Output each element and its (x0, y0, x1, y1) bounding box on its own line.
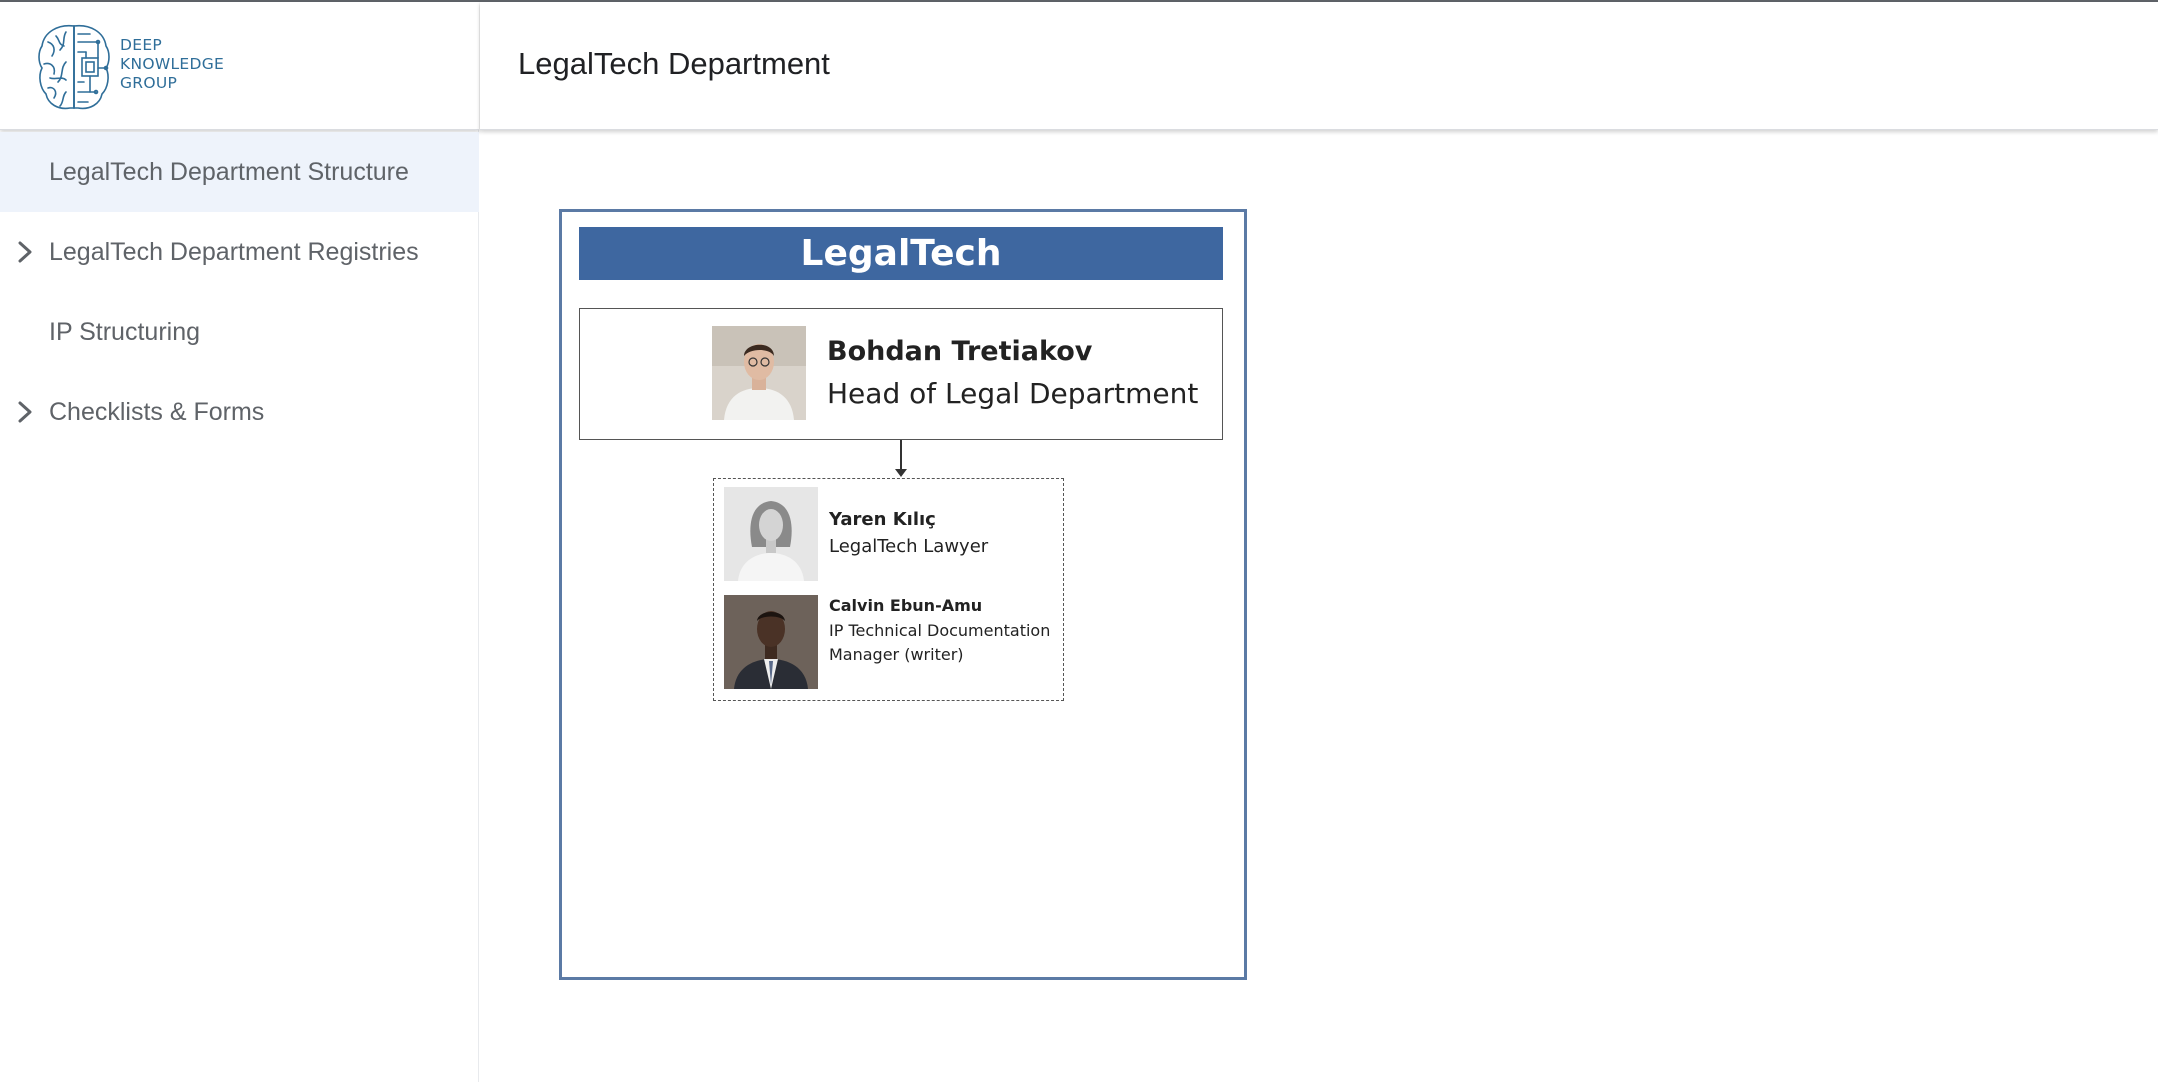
sidebar-item-label: LegalTech Department Structure (49, 157, 409, 186)
org-chart-banner: LegalTech (579, 227, 1223, 280)
department-head-card: Bohdan Tretiakov Head of Legal Departmen… (579, 308, 1223, 440)
page-title: LegalTech Department (518, 46, 830, 81)
org-chart-image: LegalTech Bohdan Tretiakov Head of Legal… (559, 209, 1247, 980)
member-avatar-calvin (724, 595, 818, 689)
logo-line-2: KNOWLEDGE (120, 55, 225, 73)
head-role: Head of Legal Department (827, 377, 1199, 410)
member-role: IP Technical Documentation Manager (writ… (829, 621, 1051, 664)
sidebar-nav: LegalTech Department Structure LegalTech… (0, 132, 479, 452)
sidebar-item-label: IP Structuring (49, 317, 201, 346)
sidebar-item-label: Checklists & Forms (49, 397, 265, 426)
sidebar-item-department-structure[interactable]: LegalTech Department Structure (0, 132, 479, 212)
logo-line-1: DEEP (120, 36, 163, 54)
sidebar-item-ip-structuring[interactable]: IP Structuring (0, 292, 479, 372)
connector-arrow-icon (895, 469, 907, 477)
logo-area: DEEP KNOWLEDGE GROUP (0, 2, 479, 130)
logo-wordmark: DEEP KNOWLEDGE GROUP (120, 36, 224, 93)
team-members-box: Yaren Kılıç LegalTech Lawyer Calvin Ebun… (713, 478, 1064, 701)
sidebar-item-checklists-forms[interactable]: Checklists & Forms (0, 372, 479, 452)
sidebar-item-department-registries[interactable]: LegalTech Department Registries (0, 212, 479, 292)
sidebar-item-label: LegalTech Department Registries (49, 237, 419, 266)
chevron-right-icon[interactable] (14, 238, 36, 266)
head-avatar (712, 326, 806, 420)
member-avatar-yaren (724, 487, 818, 581)
head-name: Bohdan Tretiakov (827, 336, 1093, 367)
brain-logo-icon (38, 24, 110, 110)
chevron-right-icon[interactable] (14, 398, 36, 426)
member-role: LegalTech Lawyer (829, 536, 989, 557)
logo-line-3: GROUP (120, 74, 178, 92)
sidebar: DEEP KNOWLEDGE GROUP LegalTech Departmen… (0, 2, 479, 1082)
member-name: Yaren Kılıç (829, 509, 936, 530)
page-header: LegalTech Department (480, 2, 2158, 130)
member-name: Calvin Ebun-Amu (829, 596, 983, 615)
